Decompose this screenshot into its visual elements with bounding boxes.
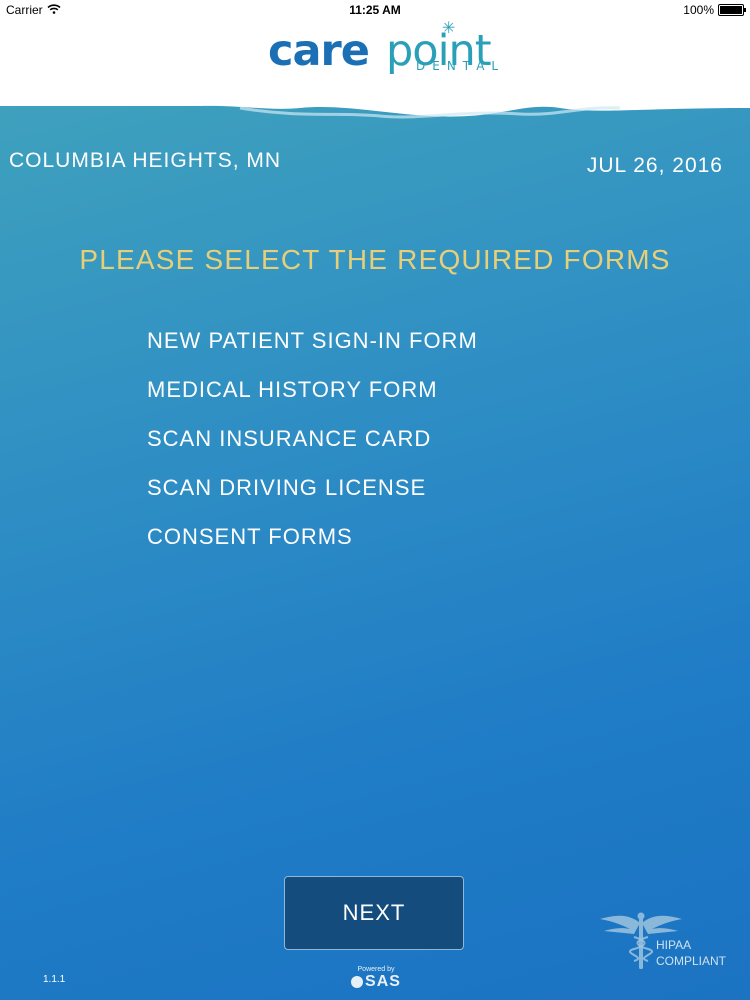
form-item-consent-forms[interactable]: CONSENT FORMS	[147, 523, 478, 572]
form-item-scan-insurance-card[interactable]: SCAN INSURANCE CARD	[147, 425, 478, 474]
powered-by: Powered by SAS	[346, 966, 406, 991]
wave-decoration	[0, 104, 750, 119]
sas-logo: SAS	[346, 973, 406, 991]
location-label: COLUMBIA HEIGHTS, MN	[9, 149, 282, 172]
carepoint-logo: care point ✳ DENTAL	[268, 20, 512, 80]
logo-text-dental: DENTAL	[416, 59, 506, 73]
forms-list: NEW PATIENT SIGN-IN FORM MEDICAL HISTORY…	[147, 327, 478, 572]
status-right: 100%	[683, 3, 746, 17]
hipaa-badge: HIPAA COMPLIANT	[598, 909, 738, 979]
page-heading: PLEASE SELECT THE REQUIRED FORMS	[79, 244, 671, 275]
form-item-scan-driving-license[interactable]: SCAN DRIVING LICENSE	[147, 474, 478, 523]
form-item-new-patient-sign-in[interactable]: NEW PATIENT SIGN-IN FORM	[147, 327, 478, 376]
powered-by-label: Powered by	[357, 966, 395, 973]
hipaa-text: HIPAA COMPLIANT	[656, 937, 726, 969]
sas-brand-text: SAS	[365, 973, 401, 990]
hipaa-line-2: COMPLIANT	[656, 954, 727, 968]
battery-icon	[718, 4, 746, 16]
hipaa-line-1: HIPAA	[656, 938, 692, 952]
main-panel: COLUMBIA HEIGHTS, MN JUL 26, 2016 PLEASE…	[0, 104, 750, 1000]
status-time: 11:25 AM	[349, 3, 401, 17]
app-header: care point ✳ DENTAL	[0, 20, 750, 104]
logo-star-icon: ✳	[442, 20, 456, 37]
status-bar: Carrier 11:25 AM 100%	[0, 0, 750, 20]
version-label: 1.1.1	[43, 974, 66, 985]
form-item-medical-history[interactable]: MEDICAL HISTORY FORM	[147, 376, 478, 425]
date-label: JUL 26, 2016	[586, 154, 723, 177]
sas-logo-icon	[351, 976, 364, 988]
battery-label: 100%	[683, 3, 714, 17]
logo-text-care: care	[268, 26, 370, 76]
next-button[interactable]: NEXT	[284, 876, 464, 950]
